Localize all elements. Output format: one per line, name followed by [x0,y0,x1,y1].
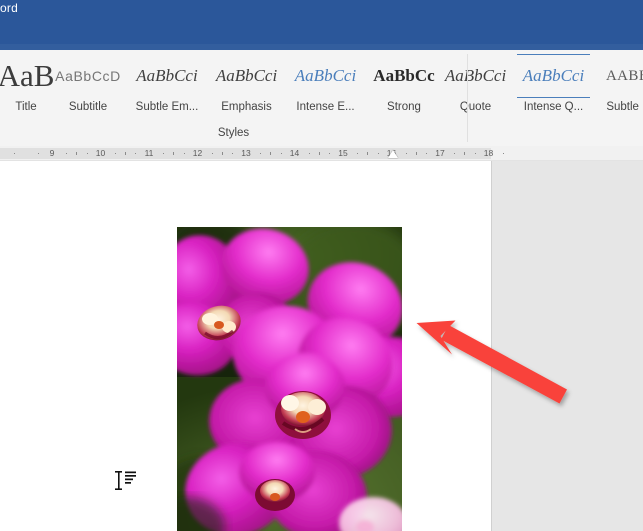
ruler-half-tick [270,152,272,155]
ruler-dot [405,153,407,154]
style-preview: AABBCC [605,67,643,84]
ribbon: AaB Title AaBbCcD Subtitle AaBbCci Subtle Em.… [0,50,643,147]
style-item-subtle-em[interactable]: AaBbCci Subtle Em... [124,50,210,122]
ruler-half-tick [124,152,126,155]
style-preview: AaBbCci [294,66,357,85]
document-page[interactable] [0,161,492,531]
ruler-dot [86,153,88,154]
ruler-label: 17 [435,148,445,158]
ruler-half-tick [173,152,175,155]
style-label: Strong [387,101,421,113]
ruler-dot [280,153,282,154]
style-label: Subtle Ref... [606,101,643,113]
style-label: Intense E... [296,101,355,113]
ruler-label: 14 [289,148,300,158]
ruler-dot [329,153,330,154]
styles-gallery[interactable]: AaB Title AaBbCcD Subtitle AaBbCci Subtle Em.… [0,50,643,122]
ruler-label: 12 [192,148,203,158]
ruler-dot [377,153,379,154]
style-item-subtitle[interactable]: AaBbCcD Subtitle [52,50,124,122]
ruler-dot [183,153,185,154]
style-label: Emphasis [221,101,272,113]
style-item-subtle-ref[interactable]: AABBCC Subtle Ref... [596,50,643,122]
text-cursor [110,470,138,492]
style-label: Subtle Em... [135,101,199,113]
ribbon-group-separator [467,54,468,142]
style-preview: AaBbCci [215,66,278,85]
style-preview: AaBbCci [136,66,198,85]
ruler-dot [38,153,39,154]
ruler-dot [66,153,67,154]
style-label: Quote [459,101,492,113]
window-title: ord [0,1,18,15]
style-item-emphasis[interactable]: AaBbCci Emphasis [210,50,283,122]
ruler-dot [163,153,164,154]
ruler-dot [232,153,233,154]
ruler-dot [502,153,504,154]
ruler-half-tick [367,152,369,155]
ruler-dot [454,153,455,154]
styles-group-label: Styles [217,127,250,139]
ruler-dot [211,153,213,154]
style-preview: AaBbCc [373,66,435,85]
style-item-strong[interactable]: AaBbCc Strong [368,50,440,122]
ruler-label: 18 [483,148,494,158]
ruler-dot [135,153,136,154]
ruler-dot [114,153,116,154]
word-application-window: ord AaB Title AaBbCcD Subtitle AaBbCci Subtle… [0,0,643,531]
ruler-half-tick [221,152,223,155]
orchid-photo[interactable] [177,227,402,531]
ruler-label: 13 [241,148,251,158]
style-item-intense-q[interactable]: AaBbCci Intense Q... [511,50,596,122]
ruler-dot [308,153,310,154]
ruler-label: 9 [49,148,55,158]
ruler-half-tick [76,152,78,155]
style-label: Title [15,101,37,113]
style-preview: AaBbCci [444,66,507,85]
left-indent-marker[interactable] [388,150,398,158]
style-item-title[interactable]: AaB Title [0,50,54,122]
ruler-dot [14,153,15,154]
ibeam-cursor-icon [115,471,136,490]
ruler-half-tick [415,152,417,155]
ruler-label: 11 [144,148,154,158]
ruler-dot [260,153,261,154]
ruler-label: 10 [95,148,106,158]
ruler-dot [474,153,476,154]
ruler-half-tick [318,152,320,155]
orchid-photo-graphic [177,227,402,531]
ruler-label: 15 [338,148,348,158]
ruler-dot [357,153,358,154]
ruler-dot [426,153,427,154]
style-label: Intense Q... [523,101,584,113]
ruler-half-tick [464,152,466,155]
style-preview: AaBbCcD [55,68,121,84]
horizontal-ruler[interactable]: 9 10 11 12 13 14 15 16 17 18 [0,146,643,161]
title-bar: ord [0,0,643,44]
style-item-quote[interactable]: AaBbCci Quote [440,50,511,122]
style-item-intense-e[interactable]: AaBbCci Intense E... [283,50,368,122]
style-preview: AaBbCci [516,54,591,98]
style-label: Subtitle [68,101,108,113]
document-canvas[interactable] [0,161,643,531]
